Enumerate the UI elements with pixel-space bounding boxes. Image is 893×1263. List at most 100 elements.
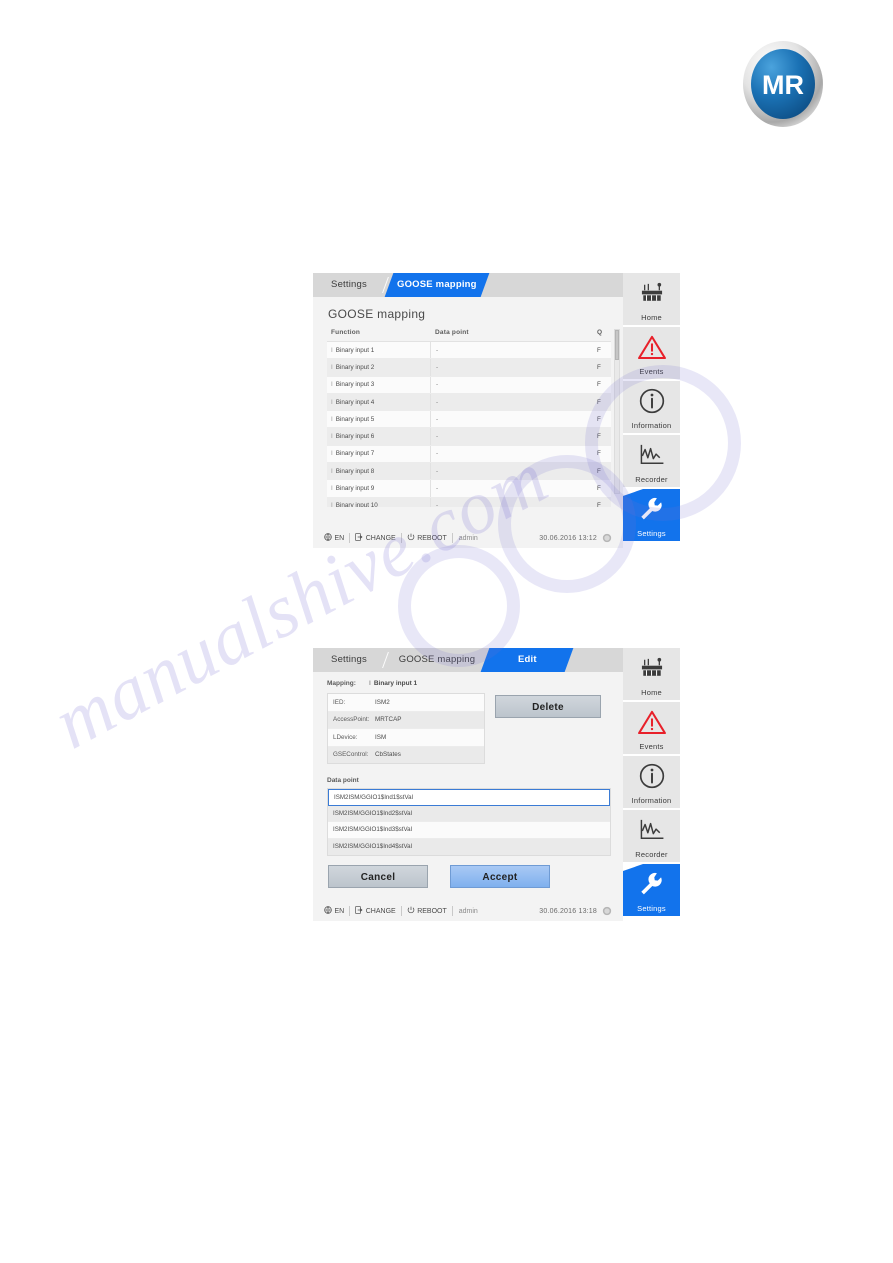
row-prefix: I: [331, 381, 333, 389]
cell-datapoint: -: [436, 398, 439, 406]
transformer-icon: [623, 273, 680, 313]
tab-edit[interactable]: Edit: [480, 648, 574, 672]
row-prefix: I: [331, 363, 333, 371]
cell-datapoint: -: [436, 433, 439, 441]
row-prefix: I: [331, 415, 333, 423]
nav-item-label: Recorder: [635, 850, 668, 859]
cell-datapoint: -: [436, 450, 439, 458]
table-row[interactable]: I Binary input 5-F: [327, 411, 611, 429]
datapoint-item[interactable]: ISM2ISM/GGIO1$Ind3$stVal: [328, 822, 610, 839]
status-indicator-icon[interactable]: [597, 906, 617, 916]
transformer-icon: [623, 648, 680, 688]
warning-triangle-icon: [623, 702, 680, 742]
nav-item-home[interactable]: Home: [623, 648, 680, 702]
row-function-label: Binary input 5: [335, 415, 375, 423]
tab-settings[interactable]: Settings: [313, 648, 385, 672]
table-row[interactable]: I Binary input 2-F: [327, 359, 611, 377]
delete-button[interactable]: Delete: [495, 695, 601, 718]
nav-item-information[interactable]: Information: [623, 381, 680, 435]
mapping-value-text: Binary input 1: [373, 680, 418, 687]
cell-quality: F: [597, 485, 601, 493]
nav-item-recorder[interactable]: Recorder: [623, 435, 680, 489]
table-header-row: Function Data point Q: [327, 329, 611, 341]
table-row[interactable]: I Binary input 1-F: [327, 342, 611, 360]
globe-icon: [324, 906, 332, 916]
datapoint-item[interactable]: ISM2ISM/GGIO1$Ind4$stVal: [328, 838, 610, 855]
change-label: CHANGE: [365, 907, 396, 915]
cell-quality: F: [597, 467, 601, 475]
row-prefix: I: [331, 502, 333, 507]
nav-item-settings[interactable]: Settings: [623, 489, 680, 543]
row-function-label: Binary input 6: [335, 433, 375, 441]
nav-item-events[interactable]: Events: [623, 702, 680, 756]
table-row[interactable]: I Binary input 8-F: [327, 463, 611, 481]
navigation-rail: Home Events Information Recorder Settings: [623, 273, 680, 548]
nav-item-recorder[interactable]: Recorder: [623, 810, 680, 864]
cell-quality: F: [597, 381, 601, 389]
nav-item-information[interactable]: Information: [623, 756, 680, 810]
row-prefix: I: [331, 398, 333, 406]
table-row[interactable]: I Binary input 9 - F: [327, 480, 611, 498]
reboot-button[interactable]: REBOOT: [402, 906, 452, 916]
field-key: GSEControl:: [333, 751, 369, 759]
tab-settings[interactable]: Settings: [313, 273, 385, 297]
login-arrow-icon: [355, 533, 363, 543]
edit-columns: IED: ISM2 AccessPoint: MRTCAP LDevice: ISM GSE…: [327, 693, 611, 764]
table-scrollbar[interactable]: [614, 329, 620, 494]
table-row[interactable]: I Binary input 6-F: [327, 428, 611, 446]
tab-goose-mapping[interactable]: GOOSE mapping: [389, 648, 485, 672]
nav-item-label: Events: [639, 367, 664, 376]
cell-datapoint: -: [436, 485, 439, 493]
cancel-button[interactable]: Cancel: [328, 865, 428, 888]
datapoint-section-label: Data point: [327, 777, 359, 784]
column-header-datapoint: Data point: [435, 329, 469, 336]
row-prefix: I: [331, 485, 333, 493]
tab-goose-mapping[interactable]: GOOSE mapping: [384, 273, 490, 297]
table-row[interactable]: I Binary input 3-F: [327, 376, 611, 394]
nav-item-home[interactable]: Home: [623, 273, 680, 327]
row-prefix: I: [331, 346, 333, 354]
cell-datapoint: -: [436, 346, 439, 354]
cell-function: I Binary input 1: [327, 342, 431, 359]
language-button[interactable]: EN: [319, 906, 349, 916]
datapoint-item[interactable]: ISM2ISM/GGIO1$Ind2$stVal: [328, 805, 610, 822]
cell-function: I Binary input 6: [327, 428, 431, 445]
field-key: IED:: [333, 698, 346, 706]
cell-function: I Binary input 5: [327, 411, 431, 428]
svg-text:MR: MR: [762, 70, 804, 100]
accept-button[interactable]: Accept: [450, 865, 550, 888]
power-icon: [407, 533, 415, 543]
table-row[interactable]: I Binary input 7-F: [327, 445, 611, 464]
globe-icon: [324, 533, 332, 543]
reboot-button[interactable]: REBOOT: [402, 533, 452, 543]
cell-datapoint: -: [436, 502, 439, 507]
warning-triangle-icon: [623, 327, 680, 367]
device-screen-edit: Settings GOOSE mapping Edit Mapping: I Bi…: [313, 648, 680, 921]
change-user-button[interactable]: CHANGE: [350, 906, 400, 916]
nav-item-settings[interactable]: Settings: [623, 864, 680, 918]
column-header-q: Q: [597, 329, 603, 336]
field-row: GSEControl: CbStates: [328, 746, 484, 763]
nav-item-events[interactable]: Events: [623, 327, 680, 381]
nav-item-label: Information: [631, 421, 672, 430]
mr-logo: MR: [742, 40, 824, 128]
table-row[interactable]: I Binary input 4-F: [327, 393, 611, 412]
change-label: CHANGE: [365, 534, 396, 542]
language-label: EN: [334, 907, 345, 915]
scrollbar-thumb[interactable]: [615, 330, 619, 360]
row-function-label: Binary input 9: [335, 485, 375, 493]
table-row[interactable]: I Binary input 10- F: [327, 497, 611, 507]
tab-bar: Settings GOOSE mapping Edit: [313, 648, 623, 672]
cell-function: I Binary input 4: [327, 393, 431, 411]
power-icon: [407, 906, 415, 916]
language-button[interactable]: EN: [319, 533, 349, 543]
datetime-label: 30.06.2016 13:12: [539, 534, 597, 542]
nav-item-label: Information: [631, 796, 672, 805]
source-fields-box: IED: ISM2 AccessPoint: MRTCAP LDevice: ISM GSE…: [327, 693, 485, 764]
change-user-button[interactable]: CHANGE: [350, 533, 400, 543]
cell-quality: F: [597, 450, 601, 458]
datapoint-item-selected[interactable]: ISM2ISM/GGIO1$Ind1$stVal: [328, 789, 610, 806]
datetime-label: 30.06.2016 13:18: [539, 907, 597, 915]
table-body: I Binary input 1- F I Binary input 2- F I Binar…: [327, 341, 611, 507]
status-indicator-icon[interactable]: [597, 533, 617, 543]
